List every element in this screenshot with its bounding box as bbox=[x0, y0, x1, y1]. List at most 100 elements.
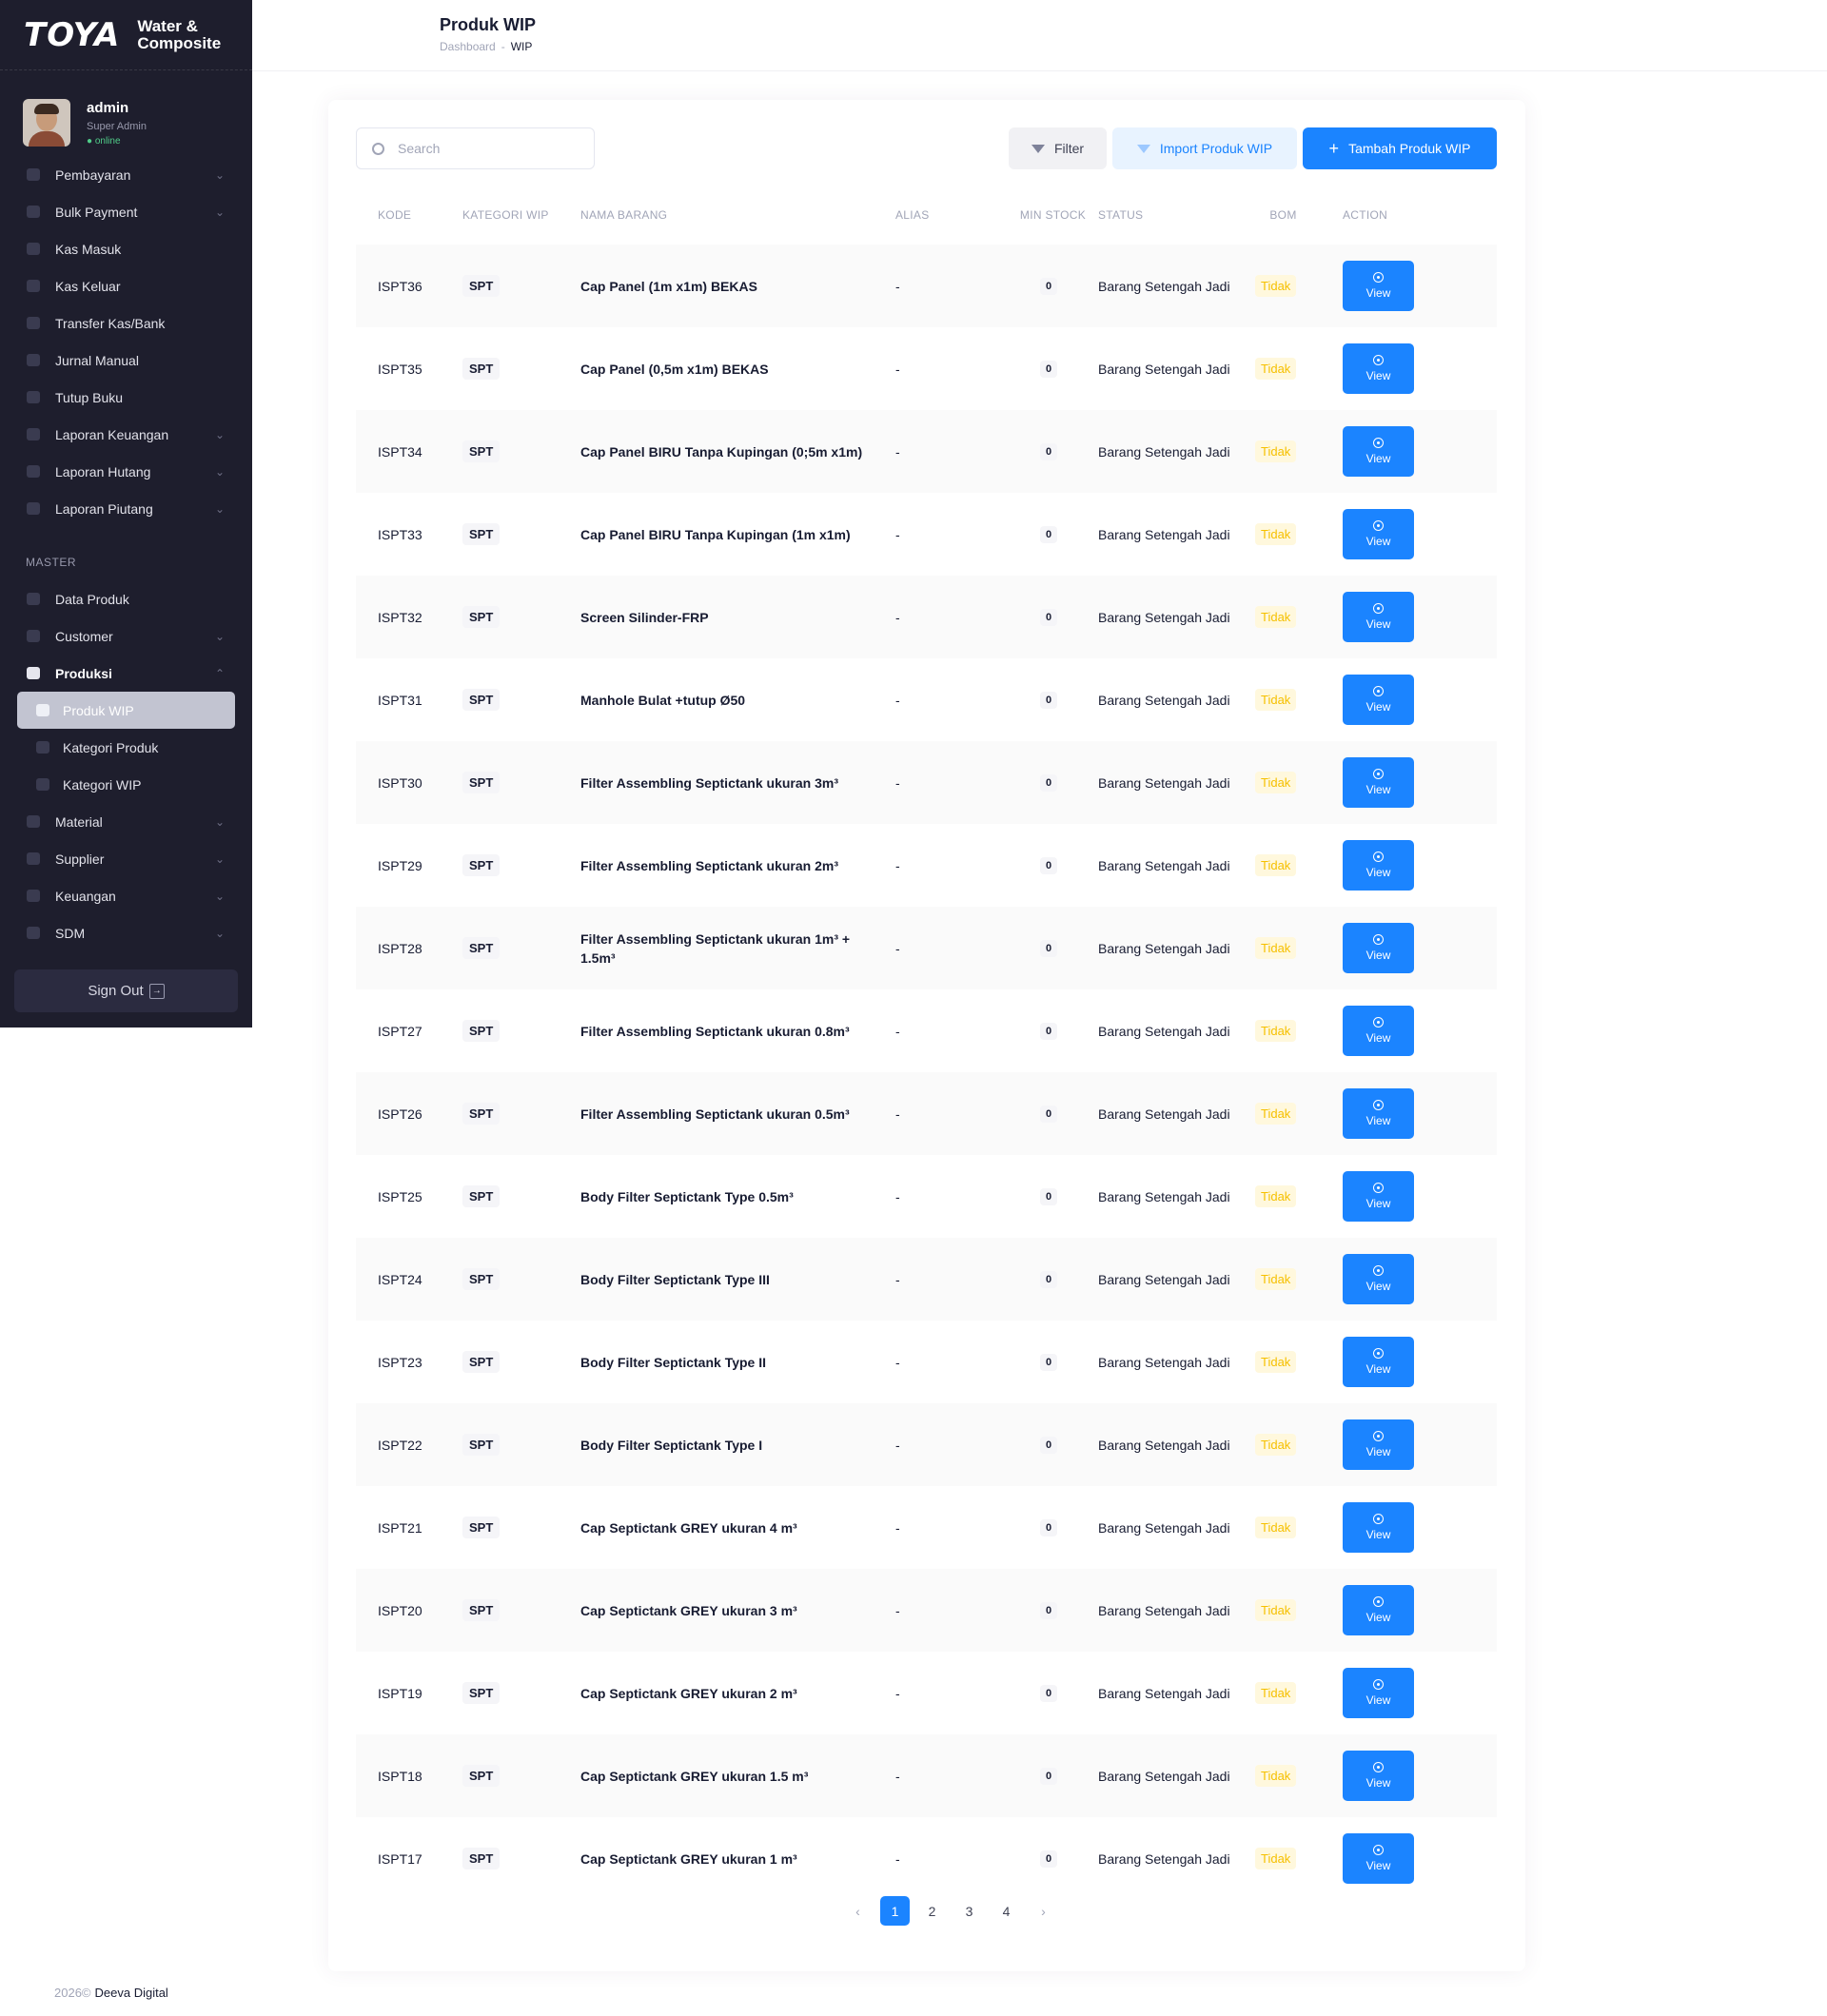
sign-out-button[interactable]: Sign Out → bbox=[14, 969, 238, 1012]
sidebar-item-kas-masuk[interactable]: Kas Masuk bbox=[0, 230, 252, 267]
import-button[interactable]: Import Produk WIP bbox=[1112, 127, 1297, 169]
kategori-badge: SPT bbox=[462, 440, 501, 462]
view-button[interactable]: View bbox=[1343, 923, 1414, 973]
cell-min-stock: 0 bbox=[1008, 741, 1098, 824]
view-button[interactable]: View bbox=[1343, 1502, 1414, 1553]
pagination-page[interactable]: 3 bbox=[954, 1896, 984, 1926]
cell-nama-barang: Manhole Bulat +tutup Ø50 bbox=[580, 692, 746, 708]
sidebar-item-produksi[interactable]: Produksi ⌃ bbox=[0, 655, 252, 692]
col-nama[interactable]: NAMA BARANG bbox=[580, 186, 895, 245]
table-row: ISPT23 SPT Body Filter Septictank Type II -… bbox=[356, 1321, 1497, 1403]
sidebar-item-transfer-kas-bank[interactable]: Transfer Kas/Bank bbox=[0, 304, 252, 342]
col-kode[interactable]: KODE bbox=[356, 186, 462, 245]
view-button[interactable]: View bbox=[1343, 1585, 1414, 1635]
view-button[interactable]: View bbox=[1343, 840, 1414, 891]
view-button[interactable]: View bbox=[1343, 261, 1414, 311]
sidebar-item-bulk-payment[interactable]: Bulk Payment ⌄ bbox=[0, 193, 252, 230]
view-button[interactable]: View bbox=[1343, 675, 1414, 725]
sidebar-subitem-kategori-wip[interactable]: Kategori WIP bbox=[0, 766, 252, 803]
cell-alias: - bbox=[895, 1850, 900, 1867]
view-button[interactable]: View bbox=[1343, 757, 1414, 808]
eye-icon bbox=[1373, 851, 1384, 862]
page-title: Produk WIP bbox=[440, 15, 537, 34]
cell-nama-barang: Cap Septictank GREY ukuran 1.5 m³ bbox=[580, 1734, 895, 1817]
sidebar-item-supplier[interactable]: Supplier ⌄ bbox=[0, 840, 252, 877]
pagination-page[interactable]: 2 bbox=[917, 1896, 947, 1926]
cell-nama-barang: Filter Assembling Septictank ukuran 0.5m… bbox=[580, 1072, 895, 1155]
bom-badge: Tidak bbox=[1255, 1351, 1297, 1373]
sidebar-subitem-kategori-produk[interactable]: Kategori Produk bbox=[0, 729, 252, 766]
user-name: admin bbox=[87, 99, 129, 116]
view-button[interactable]: View bbox=[1343, 1668, 1414, 1718]
search-input[interactable] bbox=[398, 141, 579, 156]
cell-action: View bbox=[1343, 1238, 1497, 1321]
filter-button[interactable]: Filter bbox=[1009, 127, 1107, 169]
view-button[interactable]: View bbox=[1343, 592, 1414, 642]
view-button[interactable]: View bbox=[1343, 1833, 1414, 1884]
sidebar-subitem-produk-wip[interactable]: Produk WIP bbox=[17, 692, 235, 729]
sidebar-item-laporan-hutang[interactable]: Laporan Hutang ⌄ bbox=[0, 453, 252, 490]
sidebar-item-keuangan[interactable]: Keuangan ⌄ bbox=[0, 877, 252, 914]
col-bom[interactable]: BOM bbox=[1250, 186, 1343, 245]
cell-nama-barang: Body Filter Septictank Type 0.5m³ bbox=[580, 1188, 794, 1204]
cell-kategori: SPT bbox=[462, 1734, 580, 1817]
view-button[interactable]: View bbox=[1343, 1254, 1414, 1304]
sidebar-item-pembayaran[interactable]: Pembayaran ⌄ bbox=[0, 156, 252, 193]
eye-icon bbox=[1373, 1183, 1384, 1193]
cell-status: Barang Setengah Jadi bbox=[1098, 1403, 1250, 1486]
search-box[interactable] bbox=[356, 127, 595, 169]
add-wip-button[interactable]: + Tambah Produk WIP bbox=[1303, 127, 1497, 169]
pagination-page[interactable]: 4 bbox=[992, 1896, 1021, 1926]
sidebar-item-data-produk[interactable]: Data Produk bbox=[0, 580, 252, 617]
cell-action: View bbox=[1343, 824, 1497, 907]
view-button[interactable]: View bbox=[1343, 509, 1414, 559]
chevron-down-icon bbox=[27, 502, 40, 515]
cell-min-stock: 0 bbox=[1008, 907, 1098, 989]
chevron-down-icon: ⌄ bbox=[214, 427, 226, 441]
pagination-page[interactable]: 1 bbox=[880, 1896, 910, 1926]
sidebar-item-jurnal-manual[interactable]: Jurnal Manual bbox=[0, 342, 252, 379]
journal-icon bbox=[27, 354, 40, 366]
min-stock-badge: 0 bbox=[1040, 940, 1058, 957]
view-button[interactable]: View bbox=[1343, 1751, 1414, 1801]
col-status[interactable]: STATUS bbox=[1098, 186, 1250, 245]
wip-table: KODE KATEGORI WIP NAMA BARANG ALIAS MIN … bbox=[356, 186, 1497, 1900]
sidebar-item-material[interactable]: Material ⌄ bbox=[0, 803, 252, 840]
cell-kategori: SPT bbox=[462, 410, 580, 493]
col-kategori[interactable]: KATEGORI WIP bbox=[462, 186, 580, 245]
kategori-badge: SPT bbox=[462, 1020, 501, 1042]
footer-company-link[interactable]: Deeva Digital bbox=[95, 1986, 168, 2000]
min-stock-badge: 0 bbox=[1040, 1023, 1058, 1040]
table-row: ISPT34 SPT Cap Panel BIRU Tanpa Kupingan (… bbox=[356, 410, 1497, 493]
cell-kode: ISPT21 bbox=[378, 1519, 422, 1536]
eye-icon bbox=[1373, 1679, 1384, 1690]
view-button[interactable]: View bbox=[1343, 1088, 1414, 1139]
min-stock-badge: 0 bbox=[1040, 443, 1058, 460]
cell-min-stock: 0 bbox=[1008, 1238, 1098, 1321]
view-button[interactable]: View bbox=[1343, 1006, 1414, 1056]
view-button[interactable]: View bbox=[1343, 1419, 1414, 1470]
sidebar-item-sdm[interactable]: SDM ⌄ bbox=[0, 914, 252, 951]
brand[interactable]: TOYA Water & Composite bbox=[0, 0, 252, 70]
view-button[interactable]: View bbox=[1343, 1171, 1414, 1222]
box-icon bbox=[27, 593, 40, 605]
pagination-prev[interactable]: ‹ bbox=[843, 1896, 873, 1926]
sidebar-item-kas-keluar[interactable]: Kas Keluar bbox=[0, 267, 252, 304]
col-alias[interactable]: ALIAS bbox=[895, 186, 1008, 245]
breadcrumb-dashboard[interactable]: Dashboard bbox=[440, 40, 496, 53]
sidebar-item-label: Data Produk bbox=[55, 591, 129, 607]
sidebar-item-label: Jurnal Manual bbox=[55, 352, 139, 368]
view-button-label: View bbox=[1365, 369, 1391, 382]
arrow-up-icon bbox=[27, 280, 40, 292]
sidebar-item-tutup-buku[interactable]: Tutup Buku bbox=[0, 379, 252, 416]
col-min-stock[interactable]: MIN STOCK bbox=[1008, 186, 1098, 245]
pagination-next[interactable]: › bbox=[1029, 1896, 1058, 1926]
cell-alias: - bbox=[895, 576, 1008, 658]
view-button[interactable]: View bbox=[1343, 426, 1414, 477]
view-button[interactable]: View bbox=[1343, 343, 1414, 394]
sidebar-item-customer[interactable]: Customer ⌄ bbox=[0, 617, 252, 655]
view-button[interactable]: View bbox=[1343, 1337, 1414, 1387]
sidebar-item-laporan-piutang[interactable]: Laporan Piutang ⌄ bbox=[0, 490, 252, 527]
cell-bom: Tidak bbox=[1250, 1403, 1343, 1486]
sidebar-item-laporan-keuangan[interactable]: Laporan Keuangan ⌄ bbox=[0, 416, 252, 453]
